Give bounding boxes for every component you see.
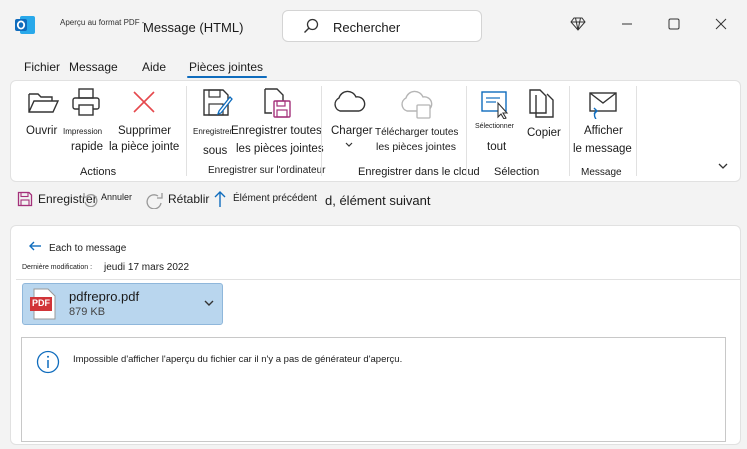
minimize-icon[interactable] bbox=[619, 16, 635, 32]
maximize-icon[interactable] bbox=[666, 16, 682, 32]
info-icon bbox=[36, 350, 60, 374]
outlook-app-icon bbox=[14, 14, 36, 36]
upload-all-label-2[interactable]: les pièces jointes bbox=[376, 139, 456, 155]
open-button[interactable]: Ouvrir bbox=[26, 123, 57, 139]
ribbon-separator bbox=[321, 86, 322, 176]
tab-attachments[interactable]: Pièces jointes bbox=[189, 60, 263, 74]
save-all-label-1[interactable]: Enregistrer toutes bbox=[231, 123, 322, 139]
arrow-up-icon bbox=[214, 191, 226, 207]
select-all-label-1[interactable]: Sélectionner bbox=[475, 123, 514, 130]
delete-attachment-label-2[interactable]: la pièce jointe bbox=[109, 139, 179, 155]
ribbon-separator bbox=[466, 86, 467, 176]
back-arrow-icon[interactable] bbox=[28, 240, 42, 252]
group-label-save-to-cloud: Enregistrer dans le cloud bbox=[358, 166, 480, 178]
document-subtitle: Aperçu au format PDF - bbox=[60, 18, 145, 27]
open-folder-icon bbox=[28, 93, 60, 113]
show-message-label-2[interactable]: le message bbox=[573, 141, 632, 157]
search-placeholder: Rechercher bbox=[333, 20, 401, 35]
group-label-save-to-computer: Enregistrer sur l'ordinateur bbox=[208, 165, 326, 176]
copy-icon bbox=[529, 89, 554, 118]
upload-button[interactable]: Charger bbox=[331, 123, 373, 139]
quick-print-label-2[interactable]: rapide bbox=[71, 139, 103, 155]
search-icon bbox=[304, 18, 319, 33]
preview-message-box bbox=[21, 337, 726, 442]
save-all-label-2[interactable]: les pièces jointes bbox=[236, 141, 324, 157]
qat-redo-button[interactable]: Rétablir bbox=[168, 192, 209, 206]
ribbon-separator bbox=[636, 86, 637, 176]
undo-icon bbox=[83, 193, 98, 207]
pdf-badge: PDF bbox=[32, 298, 50, 308]
search-box[interactable]: Rechercher bbox=[282, 10, 482, 42]
group-label-actions: Actions bbox=[80, 166, 117, 178]
diamond-icon[interactable] bbox=[570, 16, 586, 32]
tab-file[interactable]: Fichier bbox=[24, 60, 60, 74]
last-modified-value: jeudi 17 mars 2022 bbox=[104, 262, 190, 273]
delete-attachment-label-1[interactable]: Supprimer bbox=[118, 123, 171, 139]
close-icon[interactable] bbox=[713, 16, 729, 32]
save-icon bbox=[17, 191, 33, 207]
tab-help[interactable]: Aide bbox=[142, 60, 166, 74]
window-title: Message (HTML) bbox=[143, 20, 244, 35]
tab-message[interactable]: Message bbox=[69, 60, 118, 74]
ribbon-expand-chevron-icon[interactable] bbox=[717, 161, 729, 171]
divider bbox=[16, 279, 741, 280]
last-modified-label: Dernière modification : bbox=[22, 264, 93, 271]
group-label-message: Message bbox=[581, 167, 622, 178]
quick-print-label-1[interactable]: Impression bbox=[63, 127, 102, 136]
qat-undo-button[interactable]: Annuler bbox=[101, 192, 132, 202]
qat-next-item-button[interactable]: d, élément suivant bbox=[325, 193, 431, 208]
qat-previous-item-button[interactable]: Élément précédent bbox=[233, 193, 317, 204]
group-label-selection: Sélection bbox=[494, 166, 540, 178]
back-to-message-link[interactable]: Each to message bbox=[49, 243, 126, 254]
save-as-label-1[interactable]: Enregistrer bbox=[193, 127, 232, 136]
redo-icon bbox=[146, 193, 163, 209]
chevron-down-icon[interactable] bbox=[344, 141, 354, 149]
attachment-size: 879 KB bbox=[69, 306, 106, 318]
show-message-label-1[interactable]: Afficher bbox=[584, 123, 623, 139]
save-all-icon bbox=[264, 88, 291, 118]
select-all-label-2[interactable]: tout bbox=[487, 139, 506, 155]
save-as-icon bbox=[203, 89, 233, 116]
preview-unavailable-message: Impossible d'afficher l'aperçu du fichie… bbox=[73, 354, 403, 365]
chevron-down-icon[interactable] bbox=[203, 298, 215, 308]
select-all-icon bbox=[481, 91, 509, 119]
attachment-filename: pdfrepro.pdf bbox=[69, 289, 140, 304]
print-icon bbox=[72, 88, 100, 116]
ribbon-separator bbox=[569, 86, 570, 176]
cloud-save-all-icon bbox=[401, 90, 433, 119]
copy-button[interactable]: Copier bbox=[527, 125, 561, 141]
active-tab-indicator bbox=[187, 76, 267, 78]
save-as-label-2[interactable]: sous bbox=[203, 143, 227, 159]
delete-x-icon bbox=[133, 91, 155, 113]
ribbon-separator bbox=[186, 86, 187, 176]
show-message-icon bbox=[589, 92, 617, 119]
cloud-upload-icon bbox=[334, 90, 366, 112]
